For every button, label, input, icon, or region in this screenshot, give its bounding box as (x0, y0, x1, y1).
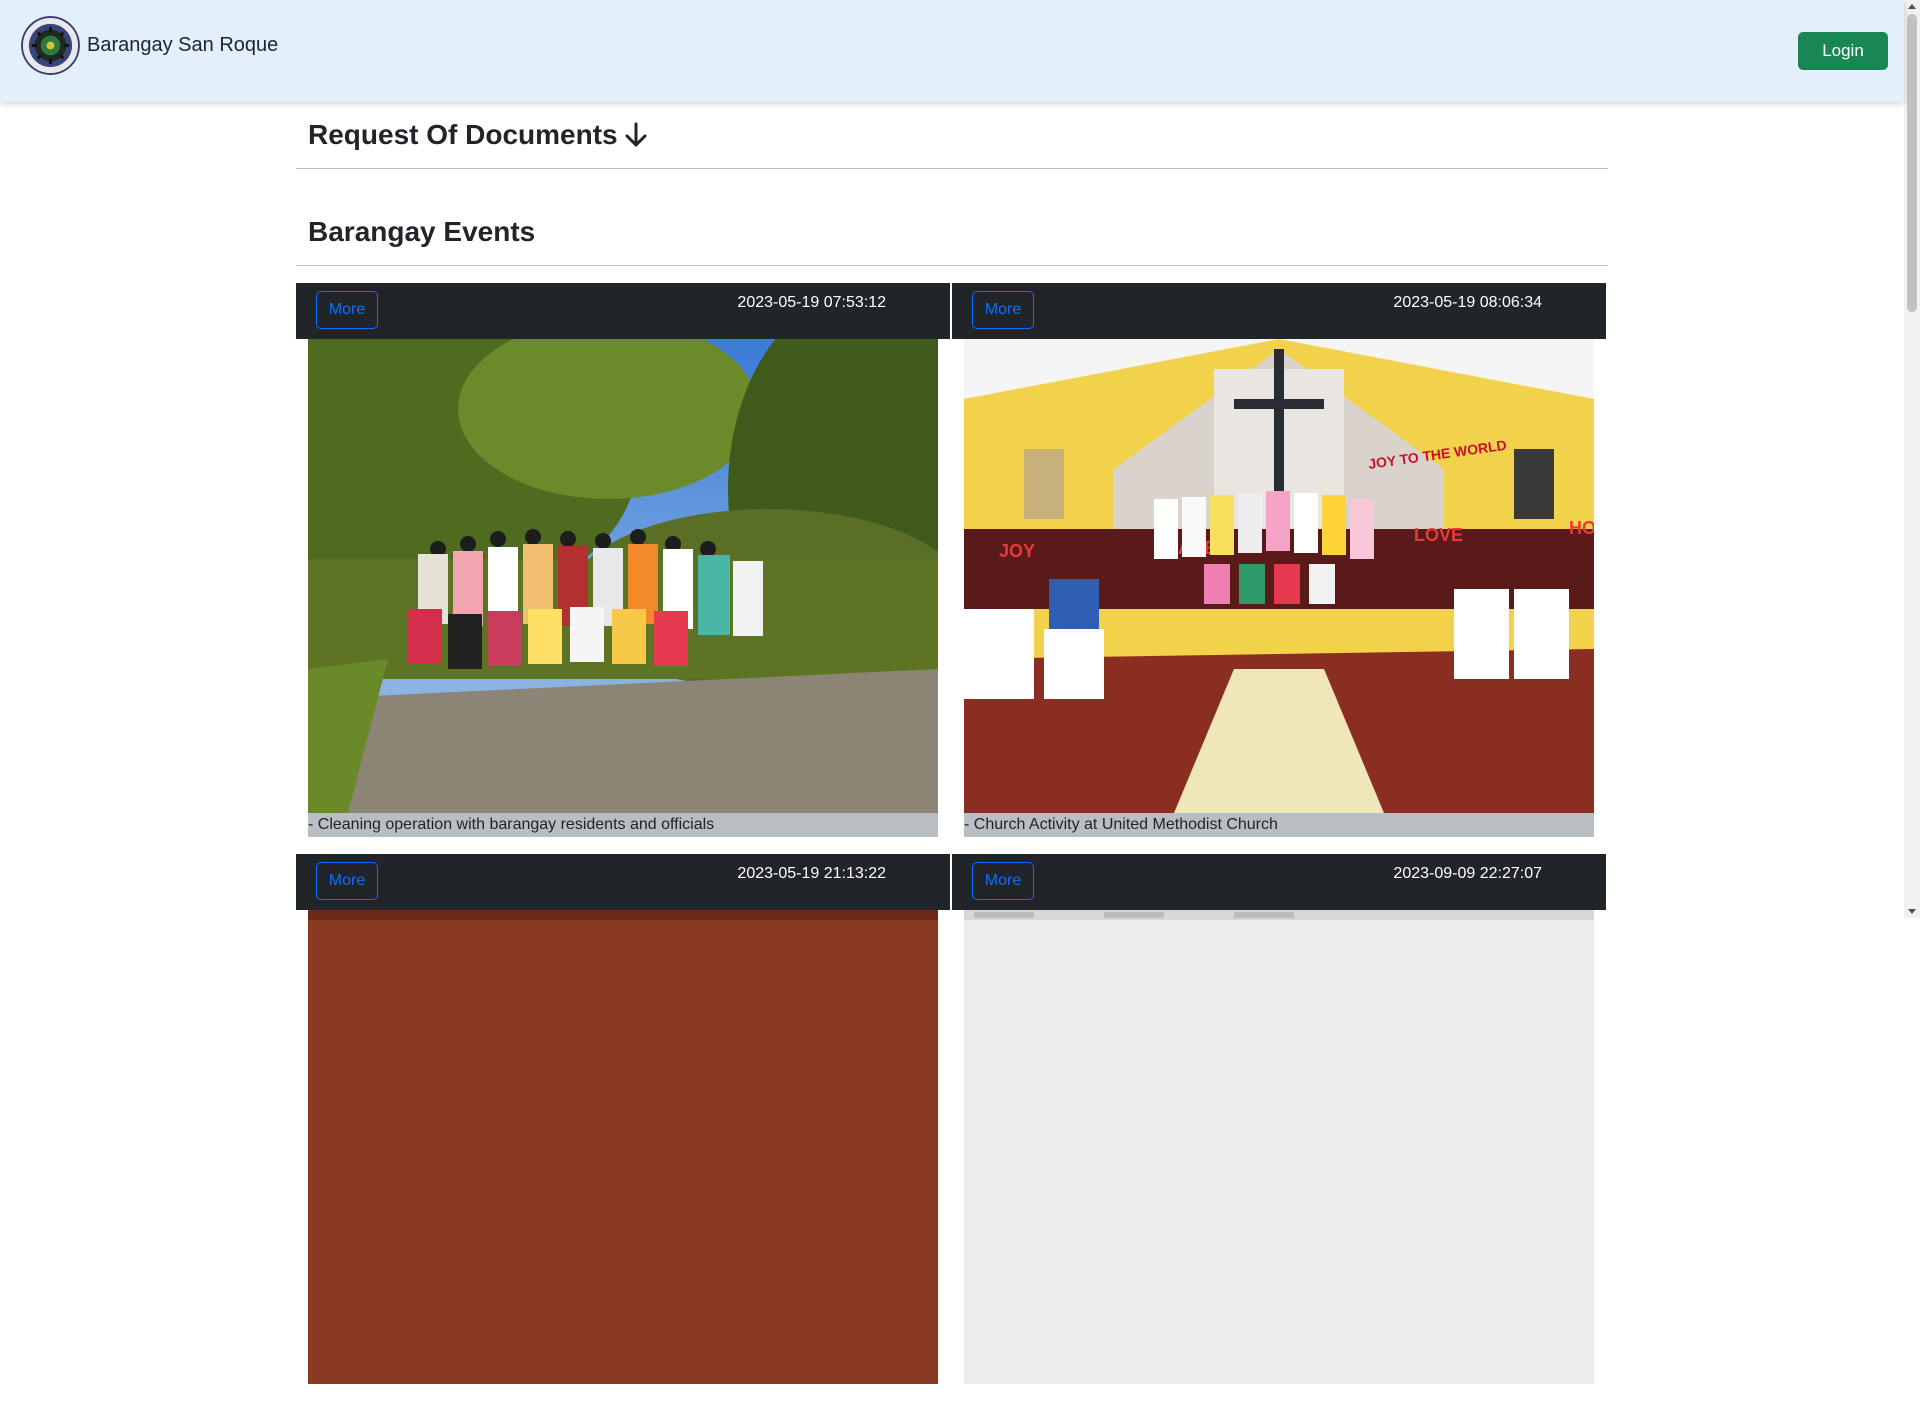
event-timestamp: 2023-05-19 07:53:12 (737, 294, 886, 311)
event-photo[interactable] (308, 910, 938, 1384)
login-button[interactable]: Login (1798, 32, 1888, 70)
event-caption: - Church Activity at United Methodist Ch… (964, 813, 1594, 837)
event-card-header: More 2023-09-09 22:27:07 (952, 854, 1606, 910)
event-photo-church-activity[interactable]: JOY TO THE WORLD JOY PEACE LOVE HO (964, 339, 1594, 813)
brand-name: Barangay San Roque (87, 34, 279, 56)
event-timestamp: 2023-09-09 22:27:07 (1393, 865, 1542, 882)
more-button[interactable]: More (316, 862, 378, 900)
church-sign-ho: HO (1569, 518, 1594, 538)
page-scrollbar[interactable] (1904, 0, 1920, 918)
scroll-down-arrow-icon[interactable] (1908, 909, 1916, 914)
event-card-header: More 2023-05-19 08:06:34 (952, 283, 1606, 339)
event-caption: - Cleaning operation with barangay resid… (308, 813, 938, 837)
more-button[interactable]: More (972, 862, 1034, 900)
section-divider (296, 168, 1608, 169)
event-card: More 2023-05-19 08:06:34 JOY TO THE WORL… (952, 283, 1606, 838)
top-navbar: Barangay San Roque Login (0, 0, 1904, 102)
event-photo[interactable] (964, 910, 1594, 1384)
scroll-up-arrow-icon[interactable] (1908, 4, 1916, 9)
request-documents-heading[interactable]: Request Of Documents (296, 119, 648, 151)
section-divider (296, 265, 1608, 266)
request-documents-title: Request Of Documents (308, 119, 618, 150)
barangay-seal-logo (21, 16, 80, 75)
event-card: More 2023-05-19 07:53:12 - Cleaning oper… (296, 283, 950, 838)
event-card-header: More 2023-05-19 07:53:12 (296, 283, 950, 339)
scroll-thumb[interactable] (1907, 14, 1917, 312)
more-button[interactable]: More (316, 291, 378, 329)
event-card: More 2023-09-09 22:27:07 (952, 854, 1606, 1409)
barangay-events-title: Barangay Events (308, 216, 536, 247)
event-photo-group-outdoor[interactable] (308, 339, 938, 813)
church-sign-joy: JOY (999, 541, 1035, 561)
arrow-down-icon (625, 122, 647, 147)
event-card: More 2023-05-19 21:13:22 (296, 854, 950, 1409)
brand[interactable]: Barangay San Roque (21, 16, 278, 75)
more-button[interactable]: More (972, 291, 1034, 329)
event-timestamp: 2023-05-19 08:06:34 (1393, 294, 1542, 311)
church-sign-love: LOVE (1414, 525, 1463, 545)
event-timestamp: 2023-05-19 21:13:22 (737, 865, 886, 882)
event-card-header: More 2023-05-19 21:13:22 (296, 854, 950, 910)
